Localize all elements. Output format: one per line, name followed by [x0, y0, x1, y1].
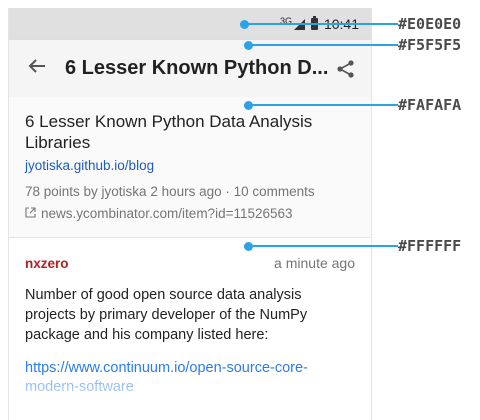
annotation-label-3: #FAFAFA — [398, 96, 462, 114]
story-title[interactable]: 6 Lesser Known Python Data Analysis Libr… — [25, 111, 355, 153]
annotation-label-1: #E0E0E0 — [398, 15, 462, 33]
share-icon[interactable] — [331, 54, 361, 84]
external-link-icon — [25, 206, 36, 221]
annotation-line — [248, 104, 398, 106]
phone-screen: 3G 10:41 6 Lesser Known Python D... 6 Le… — [8, 8, 372, 420]
annotation-line — [248, 44, 398, 46]
comment-header: nxzero a minute ago — [25, 255, 355, 271]
back-arrow-icon[interactable] — [27, 56, 65, 82]
hn-item-url: news.ycombinator.com/item?id=11526563 — [41, 206, 293, 221]
hn-item-link[interactable]: news.ycombinator.com/item?id=11526563 — [25, 206, 355, 221]
story-card: 6 Lesser Known Python Data Analysis Libr… — [9, 97, 371, 238]
comment-item: nxzero a minute ago Number of good open … — [9, 238, 371, 397]
comment-text: Number of good open source data analysis… — [25, 287, 308, 343]
page-title: 6 Lesser Known Python D... — [65, 57, 329, 79]
annotation-label-4: #FFFFFF — [398, 237, 462, 255]
story-meta: 78 points by jyotiska 2 hours ago · 10 c… — [25, 184, 315, 199]
annotation-line — [244, 23, 398, 25]
app-bar: 6 Lesser Known Python D... — [9, 40, 371, 97]
comment-author[interactable]: nxzero — [25, 256, 69, 271]
story-domain-link[interactable]: jyotiska.github.io/blog — [25, 158, 355, 173]
bottom-fade — [9, 384, 371, 420]
annotation-label-2: #F5F5F5 — [398, 36, 462, 54]
comment-time: a minute ago — [274, 255, 355, 271]
comment-link-part1: https://www.continuum.io/open-source-cor… — [25, 360, 308, 376]
annotation-line — [248, 245, 398, 247]
